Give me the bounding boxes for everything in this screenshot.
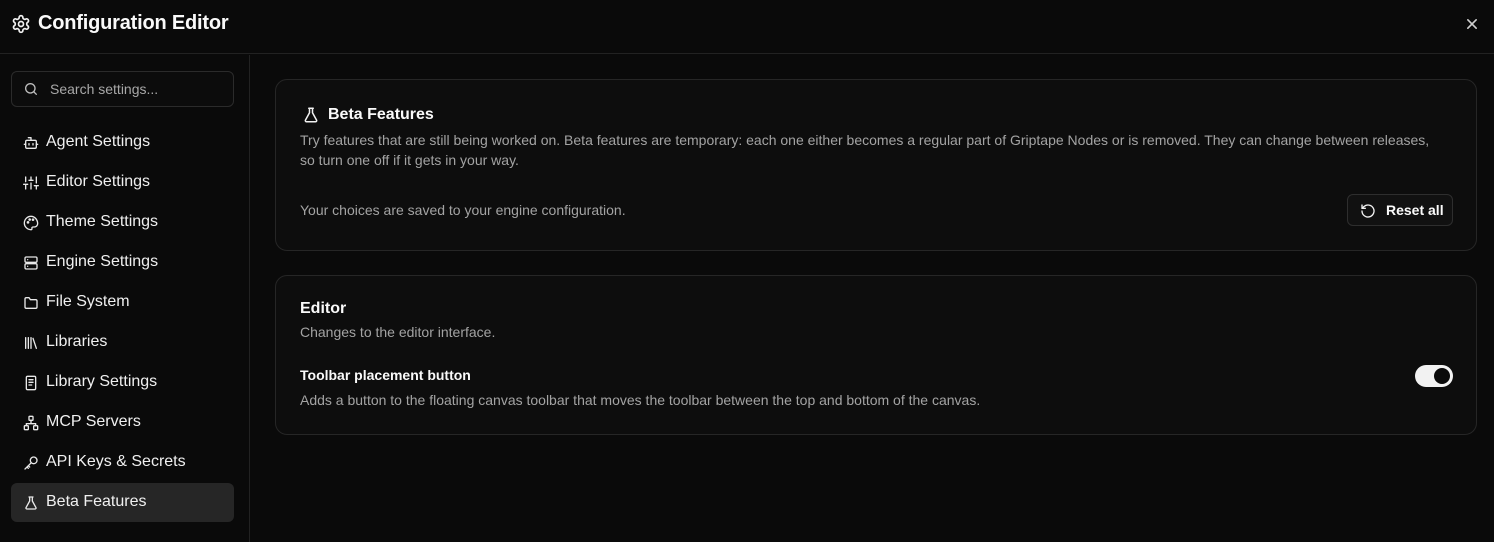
- sidebar-item-label: Beta Features: [46, 493, 147, 510]
- card-description: Changes to the editor interface.: [300, 324, 496, 340]
- close-icon[interactable]: [1462, 14, 1482, 34]
- setting-title: Toolbar placement button: [300, 367, 471, 383]
- library-icon: [25, 337, 37, 349]
- sidebar-item-api-keys[interactable]: API Keys & Secrets: [11, 443, 234, 482]
- setting-description: Adds a button to the floating canvas too…: [300, 392, 981, 408]
- sidebar-item-libraries[interactable]: Libraries: [11, 323, 234, 362]
- bot-icon: [23, 137, 39, 149]
- sidebar-item-label: MCP Servers: [46, 413, 141, 430]
- folder-icon: [24, 297, 38, 309]
- network-icon: [23, 415, 39, 431]
- sidebar-item-engine-settings[interactable]: Engine Settings: [11, 243, 234, 282]
- reset-all-label: Reset all: [1386, 202, 1444, 218]
- window-header: Configuration Editor: [0, 0, 1494, 54]
- sidebar-item-label: Agent Settings: [46, 133, 151, 150]
- card-description: Try features that are still being worked…: [300, 132, 1430, 168]
- sidebar-item-theme-settings[interactable]: Theme Settings: [11, 203, 234, 242]
- sidebar-item-label: File System: [46, 293, 130, 310]
- reset-all-button[interactable]: Reset all: [1347, 194, 1453, 226]
- editor-card: Editor Changes to the editor interface. …: [275, 275, 1477, 435]
- card-title: Editor: [300, 300, 347, 317]
- sidebar-item-label: Editor Settings: [46, 173, 151, 190]
- gear-icon: [12, 14, 30, 34]
- sidebar-item-label: Theme Settings: [46, 213, 159, 230]
- search-box[interactable]: [11, 71, 234, 107]
- sidebar-item-label: Libraries: [46, 333, 108, 350]
- sidebar-item-library-settings[interactable]: Library Settings: [11, 363, 234, 402]
- beta-features-card: Beta Features Try features that are stil…: [275, 79, 1477, 251]
- book-icon: [25, 375, 37, 391]
- toggle-knob: [1434, 368, 1450, 384]
- sidebar-item-editor-settings[interactable]: Editor Settings: [11, 163, 234, 202]
- sidebar-item-file-system[interactable]: File System: [11, 283, 234, 322]
- sliders-icon: [23, 176, 39, 190]
- flask-icon: [304, 107, 318, 123]
- toolbar-placement-toggle[interactable]: [1415, 365, 1453, 387]
- sidebar-item-beta-features[interactable]: Beta Features: [11, 483, 234, 522]
- reset-icon: [1361, 204, 1375, 218]
- flask-icon: [25, 496, 37, 510]
- sidebar-item-label: API Keys & Secrets: [46, 453, 186, 470]
- sidebar-item-mcp-servers[interactable]: MCP Servers: [11, 403, 234, 442]
- search-input[interactable]: [50, 72, 230, 106]
- key-icon: [24, 456, 38, 470]
- sidebar: Agent Settings Editor Settings Theme Set…: [0, 55, 250, 542]
- palette-icon: [23, 215, 39, 231]
- server-icon: [24, 256, 38, 270]
- sidebar-item-agent-settings[interactable]: Agent Settings: [11, 123, 234, 162]
- page-title: Configuration Editor: [38, 12, 229, 34]
- sidebar-item-label: Engine Settings: [46, 253, 159, 270]
- saved-note: Your choices are saved to your engine co…: [300, 202, 626, 218]
- search-icon: [25, 83, 37, 95]
- sidebar-item-label: Library Settings: [46, 373, 158, 390]
- card-title: Beta Features: [328, 106, 434, 123]
